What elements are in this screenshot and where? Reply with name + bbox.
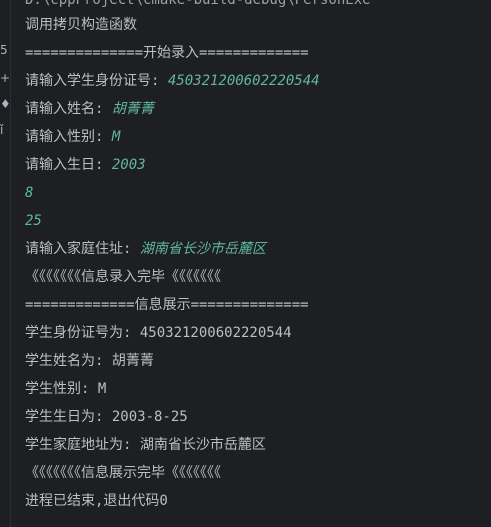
console-input-done-line: 《《《《《《《信息录入完毕《《《《《《《 (25, 269, 221, 285)
console-out-birthday: 学生生日为: 2003-8-25 (25, 409, 188, 425)
prompt-gender: 请输入性别: (25, 129, 112, 145)
console-out-name: 学生姓名为: 胡菁菁 (25, 353, 154, 369)
input-address: 湖南省长沙市岳麓区 (139, 241, 266, 257)
prompt-id: 请输入学生身份证号: (25, 73, 168, 89)
console-exit-message: 进程已结束,退出代码0 (25, 493, 168, 509)
console-id-line: 请输入学生身份证号: 450321200602220544 (25, 71, 320, 91)
input-day: 25 (25, 213, 42, 229)
editor-gutter: 5 + ♦ ǐ (0, 0, 11, 527)
console-address-line: 请输入家庭住址: 湖南省长沙市岳麓区 (25, 239, 266, 259)
console-birthday-line: 请输入生日: 2003 (25, 155, 146, 175)
gutter-print-icon[interactable]: ǐ (0, 124, 10, 136)
console-out-gender: 学生性别: M (25, 381, 107, 397)
run-console-output[interactable]: D:\cppProject\cmake-build-debug\PersonEx… (25, 0, 491, 527)
gutter-pin-icon[interactable]: ♦ (0, 98, 10, 110)
input-year: 2003 (111, 157, 146, 173)
gutter-plus-icon[interactable]: + (0, 72, 10, 84)
console-command-line: D:\cppProject\cmake-build-debug\PersonEx… (25, 0, 371, 8)
prompt-name: 请输入姓名: (25, 101, 112, 117)
console-gender-line: 请输入性别: M (25, 127, 120, 147)
prompt-birthday: 请输入生日: (25, 157, 112, 173)
input-name: 胡菁菁 (111, 101, 154, 117)
input-id: 450321200602220544 (167, 73, 320, 89)
console-out-address: 学生家庭地址为: 湖南省长沙市岳麓区 (25, 437, 266, 453)
console-display-banner: =============信息展示============== (25, 297, 309, 313)
input-gender: M (111, 129, 121, 145)
console-copy-ctor-line: 调用拷贝构造函数 (25, 17, 137, 33)
input-month: 8 (25, 185, 34, 201)
console-start-banner: ==============开始录入============= (25, 45, 309, 61)
prompt-address: 请输入家庭住址: (25, 241, 140, 257)
console-out-id: 学生身份证号为: 450321200602220544 (25, 325, 292, 341)
console-name-line: 请输入姓名: 胡菁菁 (25, 99, 154, 119)
console-display-done-line: 《《《《《《《信息展示完毕《《《《《《《 (25, 465, 221, 481)
gutter-line-number: 5 (0, 44, 8, 56)
